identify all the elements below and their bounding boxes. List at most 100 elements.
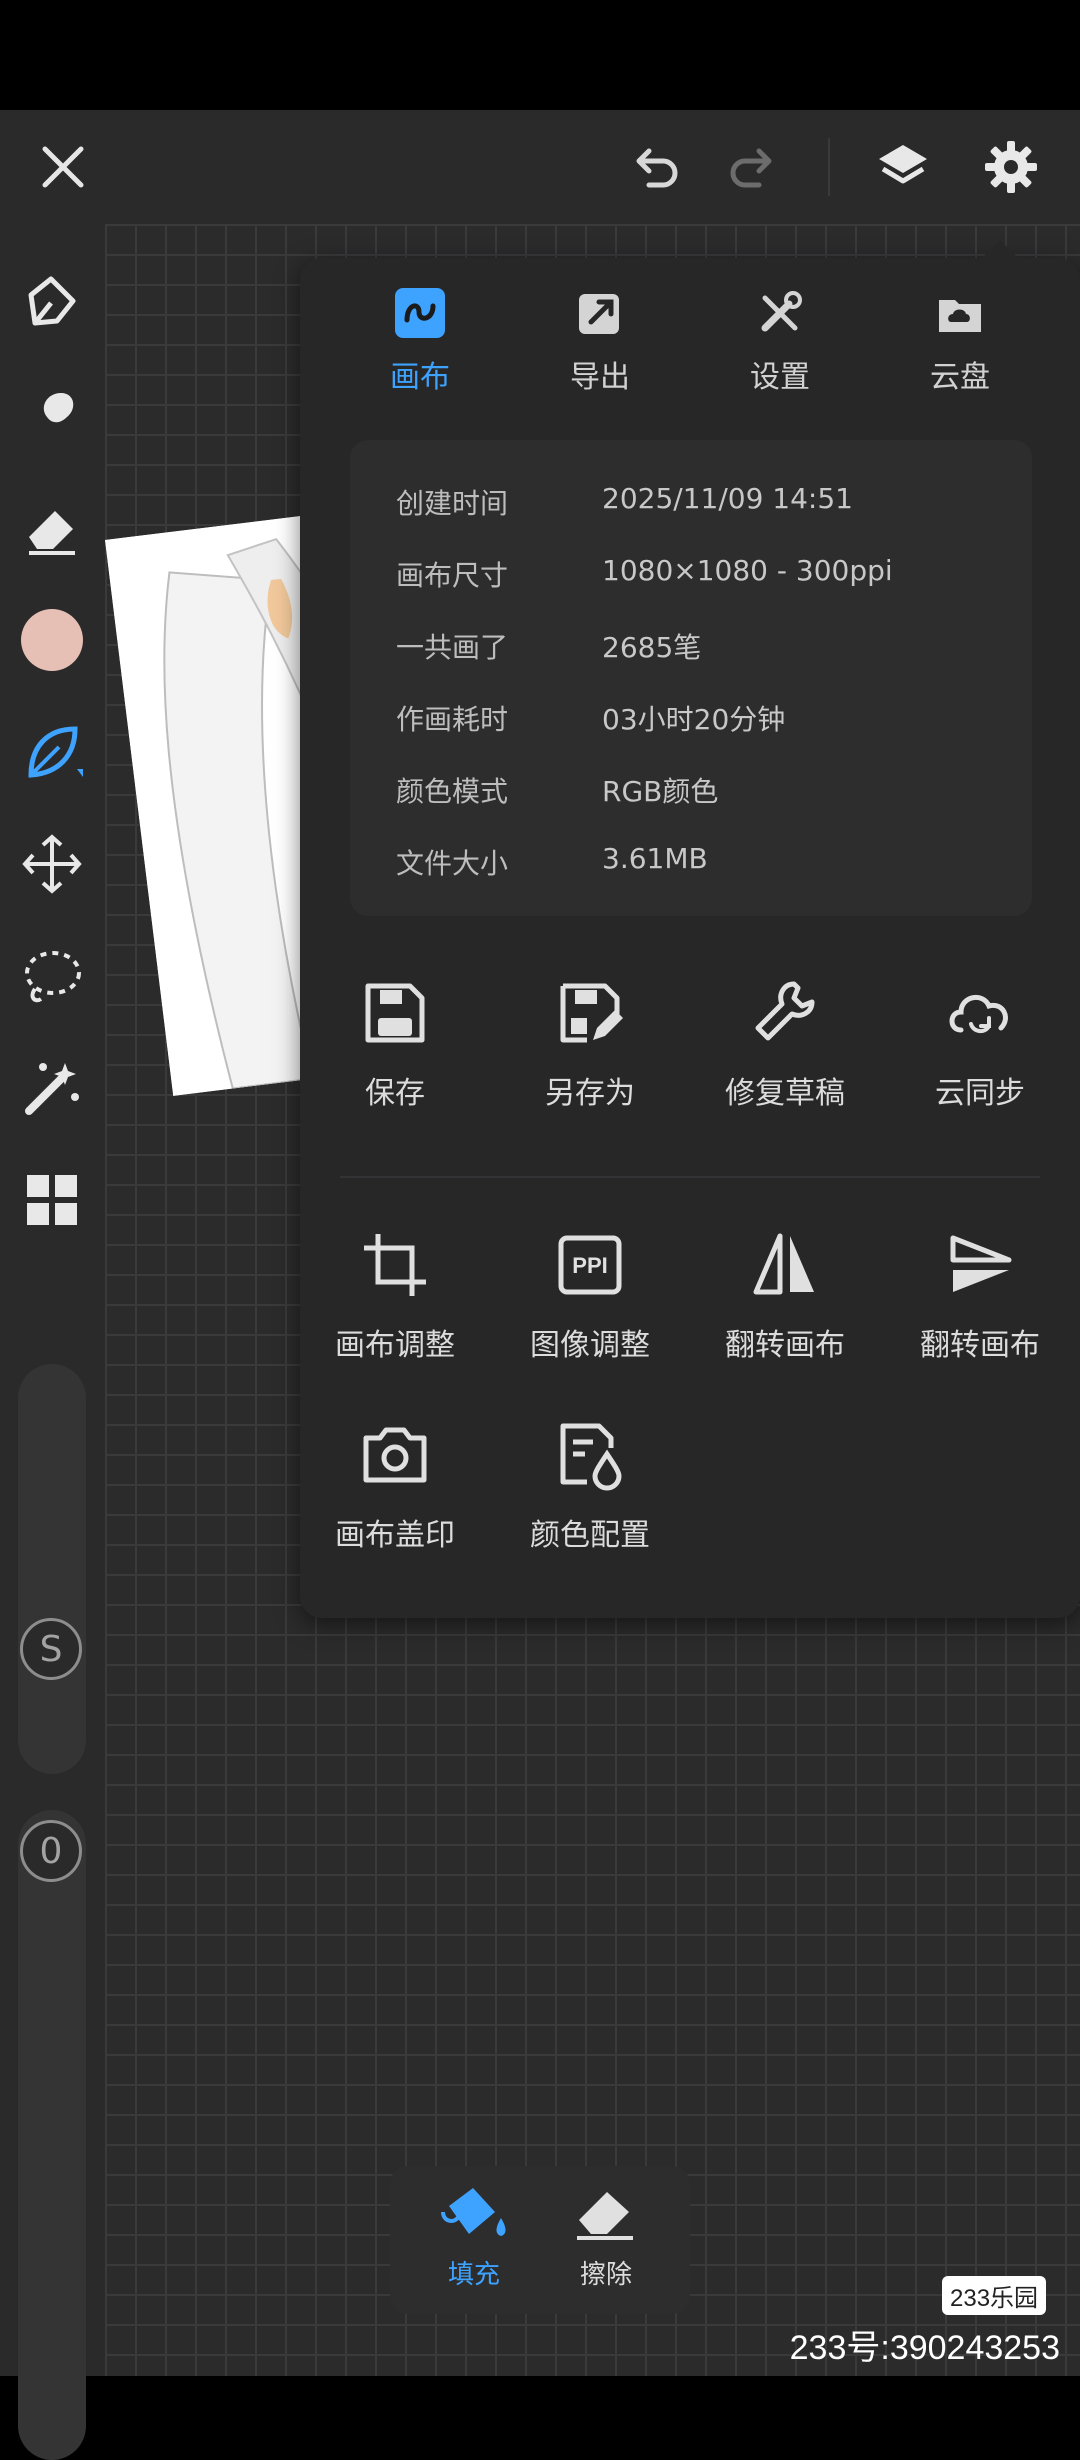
- fill-erase-toolbar: 填充 擦除: [390, 2166, 690, 2314]
- redo-icon[interactable]: [718, 132, 788, 202]
- tab-canvas[interactable]: 画布: [360, 288, 480, 408]
- canvas-stamp-button[interactable]: 画布盖印: [300, 1418, 490, 1568]
- layers-icon[interactable]: [868, 132, 938, 202]
- settings-gear-icon[interactable]: [976, 132, 1046, 202]
- fill-bucket-icon: [441, 2188, 506, 2236]
- action-label: 云同步: [935, 1076, 1025, 1111]
- color-profile-icon: [560, 1423, 622, 1491]
- tab-export[interactable]: 导出: [540, 288, 660, 408]
- app-screen: S 0 画布 导出 设置 云盘 创建时间 2025/11/09 14:51 画布…: [0, 0, 1080, 2460]
- close-icon[interactable]: [28, 132, 98, 202]
- color-profile-button[interactable]: 颜色配置: [495, 1418, 685, 1568]
- canvas-icon: [395, 288, 445, 338]
- canvas-menu-panel: 画布 导出 设置 云盘 创建时间 2025/11/09 14:51 画布尺寸 1…: [300, 240, 1080, 1618]
- brush-size-slider[interactable]: [18, 1364, 86, 1774]
- save-as-button[interactable]: 另存为: [495, 976, 685, 1126]
- erase-button[interactable]: 擦除: [546, 2182, 666, 2302]
- info-key: 颜色模式: [396, 775, 509, 808]
- action-label: 画布盖印: [335, 1518, 455, 1553]
- info-key: 作画耗时: [396, 703, 509, 736]
- info-row: 创建时间 2025/11/09 14:51: [396, 482, 853, 522]
- cloud-folder-icon: [935, 288, 985, 338]
- brush-size-knob[interactable]: S: [20, 1618, 82, 1680]
- move-icon[interactable]: [12, 824, 92, 904]
- opacity-knob[interactable]: 0: [20, 1820, 82, 1882]
- action-label: 翻转画布: [725, 1328, 845, 1363]
- smudge-icon[interactable]: [12, 376, 92, 456]
- tab-label: 画布: [390, 360, 450, 395]
- info-value: 2685笔: [602, 631, 702, 664]
- watermark-id: 233号:390243253: [789, 2329, 1060, 2367]
- action-label: 颜色配置: [530, 1518, 650, 1553]
- action-label: 另存为: [545, 1076, 635, 1111]
- save-as-icon: [560, 983, 623, 1043]
- flip-canvas-vertical-button[interactable]: 翻转画布: [885, 1228, 1075, 1378]
- info-row: 作画耗时 03小时20分钟: [396, 698, 785, 738]
- flip-horizontal-icon: [753, 1233, 814, 1295]
- grid-menu-icon[interactable]: [12, 1160, 92, 1240]
- tab-label: 导出: [570, 360, 630, 395]
- ppi-icon: PPI: [558, 1235, 622, 1295]
- toolbar-divider: [828, 138, 830, 196]
- save-button[interactable]: 保存: [300, 976, 490, 1126]
- top-toolbar: [0, 110, 1080, 224]
- left-toolbar: S 0: [0, 224, 105, 2460]
- bottom-tool-label: 填充: [447, 2260, 500, 2290]
- action-label: 翻转画布: [920, 1328, 1040, 1363]
- info-key: 创建时间: [396, 487, 509, 520]
- magic-wand-icon[interactable]: [12, 1048, 92, 1128]
- tab-label: 云盘: [930, 360, 990, 395]
- action-label: 画布调整: [335, 1328, 455, 1363]
- tab-label: 设置: [750, 360, 810, 395]
- flip-vertical-icon: [950, 1235, 1012, 1292]
- flip-canvas-horizontal-button[interactable]: 翻转画布: [690, 1228, 880, 1378]
- current-color-swatch[interactable]: [21, 609, 83, 671]
- lasso-icon[interactable]: [12, 936, 92, 1016]
- status-bar: [0, 0, 1080, 110]
- leaf-brush-icon[interactable]: [12, 712, 92, 792]
- bottom-tool-label: 擦除: [579, 2260, 632, 2290]
- action-label: 保存: [365, 1076, 425, 1111]
- info-value: 03小时20分钟: [602, 703, 786, 736]
- wrench-icon: [755, 981, 815, 1041]
- watermark-logo: 233乐园: [942, 2276, 1047, 2315]
- info-key: 文件大小: [396, 847, 509, 880]
- save-icon: [365, 983, 425, 1043]
- image-adjust-button[interactable]: PPI 图像调整: [495, 1228, 685, 1378]
- info-value: 2025/11/09 14:51: [602, 482, 853, 515]
- fill-button[interactable]: 填充: [414, 2182, 534, 2302]
- tools-icon: [755, 288, 805, 338]
- undo-icon[interactable]: [620, 132, 690, 202]
- info-value: RGB颜色: [602, 775, 719, 808]
- canvas-info-card: 创建时间 2025/11/09 14:51 画布尺寸 1080×1080 - 300…: [350, 440, 1032, 916]
- panel-divider: [340, 1176, 1040, 1178]
- action-label: 修复草稿: [725, 1076, 845, 1111]
- camera-icon: [363, 1427, 427, 1483]
- eraser-icon[interactable]: [12, 488, 92, 568]
- export-icon: [575, 288, 625, 338]
- brush-icon[interactable]: [12, 264, 92, 344]
- info-row: 画布尺寸 1080×1080 - 300ppi: [396, 554, 893, 594]
- canvas-adjust-button[interactable]: 画布调整: [300, 1228, 490, 1378]
- brush-size-label: S: [39, 1628, 63, 1670]
- ppi-badge: PPI: [572, 1253, 607, 1278]
- repair-draft-button[interactable]: 修复草稿: [690, 976, 880, 1126]
- action-label: 图像调整: [530, 1328, 650, 1363]
- info-row: 颜色模式 RGB颜色: [396, 770, 718, 810]
- tab-cloud-drive[interactable]: 云盘: [900, 288, 1020, 408]
- color-swatch[interactable]: [12, 600, 92, 680]
- panel-tabs: 画布 导出 设置 云盘: [300, 258, 1080, 418]
- info-row: 一共画了 2685笔: [396, 626, 701, 666]
- tab-settings[interactable]: 设置: [720, 288, 840, 408]
- info-value: 3.61MB: [602, 842, 708, 875]
- cloud-sync-button[interactable]: 云同步: [885, 976, 1075, 1126]
- eraser-icon: [577, 2192, 633, 2240]
- info-key: 一共画了: [396, 631, 509, 664]
- info-key: 画布尺寸: [396, 559, 509, 592]
- crop-icon: [364, 1234, 426, 1296]
- opacity-slider[interactable]: [18, 1810, 86, 2460]
- opacity-label: 0: [39, 1830, 63, 1872]
- cloud-sync-icon: [949, 995, 1008, 1033]
- info-row: 文件大小 3.61MB: [396, 842, 708, 882]
- info-value: 1080×1080 - 300ppi: [602, 554, 893, 587]
